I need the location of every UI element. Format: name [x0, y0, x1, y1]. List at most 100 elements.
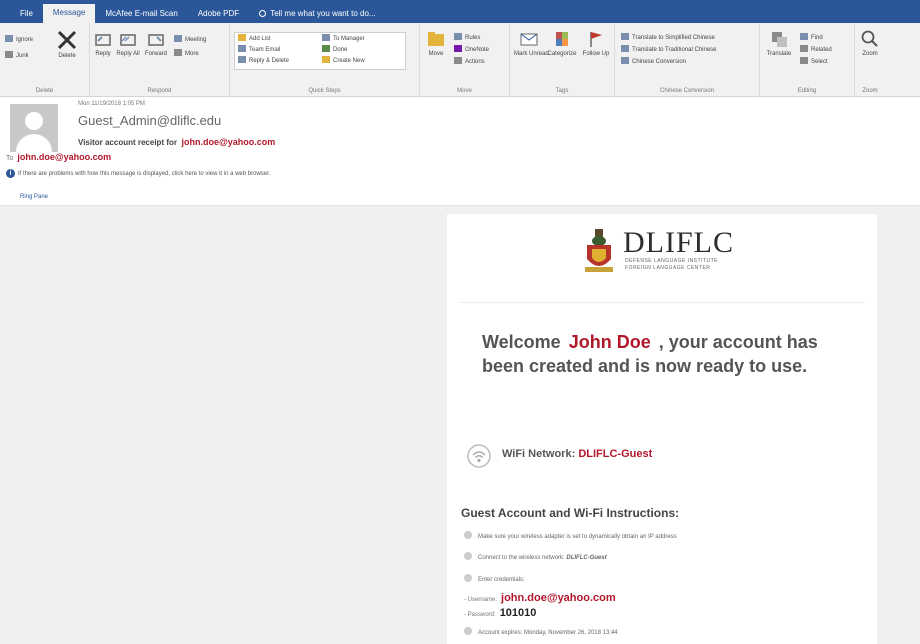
reply-button[interactable]: Reply — [92, 31, 114, 57]
translate-button[interactable]: Translate — [764, 29, 794, 57]
group-label-delete: Delete — [35, 88, 54, 94]
actions-label: Actions — [465, 59, 485, 65]
delete-x-icon — [57, 30, 77, 50]
step-1-text: Make sure your wireless adapter is set t… — [478, 534, 677, 540]
message-date: Mon 11/19/2018 1:05 PM — [78, 101, 145, 107]
sender-avatar — [10, 104, 58, 152]
rules-label: Rules — [465, 35, 481, 41]
related-icon — [800, 45, 808, 52]
move-button[interactable]: Move — [424, 29, 448, 57]
forward-icon — [148, 34, 164, 46]
ignore-button[interactable]: Ignore — [5, 35, 33, 45]
tab-mcafee[interactable]: McAfee E-mail Scan — [95, 5, 187, 23]
categorize-button[interactable]: Categorize — [546, 29, 578, 57]
expiry-text: Account expires: Monday, November 26, 20… — [478, 630, 618, 636]
welcome-message: Welcome John Doe, your account has been c… — [482, 330, 852, 378]
forward-button[interactable]: Forward — [142, 31, 170, 57]
message-subject: Visitor account receipt for john.doe@yah… — [78, 137, 275, 147]
tell-me-box[interactable]: Tell me what you want to do... — [249, 5, 385, 23]
logo-subtitle-2: FOREIGN LANGUAGE CENTER — [625, 265, 711, 271]
instruction-step-2: Connect to the wireless network: DLIFLC-… — [464, 552, 607, 561]
message-body: DLIFLC DEFENSE LANGUAGE INSTITUTE FOREIG… — [0, 206, 920, 644]
info-bar[interactable]: i If there are problems with how this mes… — [6, 169, 270, 178]
info-text: If there are problems with how this mess… — [18, 171, 271, 177]
step-3-text: Enter credentials: — [478, 577, 525, 583]
create-new-label: Create New — [333, 58, 365, 64]
actions-button[interactable]: Actions — [454, 57, 485, 67]
delete-button[interactable]: Delete — [52, 29, 82, 59]
more-label: More — [185, 51, 199, 57]
meeting-button[interactable]: Meeting — [174, 35, 206, 45]
avatar-body — [16, 134, 52, 152]
welcome-name: John Doe — [568, 332, 651, 352]
zoom-button[interactable]: Zoom — [857, 29, 883, 57]
to-label: To — [6, 155, 14, 162]
step-bullet-icon — [464, 552, 472, 560]
crest-logo-icon — [585, 229, 613, 272]
onenote-label: OneNote — [465, 47, 490, 53]
reply-all-icon — [120, 34, 136, 46]
group-label-zoom: Zoom — [862, 88, 878, 94]
move-label: Move — [428, 51, 444, 57]
add-list-label: Add List — [249, 36, 271, 42]
tab-message[interactable]: Message — [42, 4, 96, 23]
translate-simplified-button[interactable]: Translate to Simplified Chinese — [621, 33, 715, 43]
group-chinese-conversion: Translate to Simplified Chinese Translat… — [615, 23, 760, 97]
logo-subtitle-1: DEFENSE LANGUAGE INSTITUTE — [625, 258, 719, 264]
lightbulb-icon — [259, 10, 267, 17]
onenote-button[interactable]: OneNote — [454, 45, 489, 55]
reply-all-label: Reply All — [116, 51, 140, 57]
select-icon — [800, 57, 808, 64]
reply-icon — [95, 34, 111, 46]
conversion-label: Chinese Conversion — [632, 59, 687, 65]
junk-icon — [5, 51, 13, 58]
account-expiry: Account expires: Monday, November 26, 20… — [464, 627, 618, 636]
tab-adobe-pdf[interactable]: Adobe PDF — [188, 5, 249, 23]
quick-step-to-manager[interactable]: To Manager — [322, 34, 365, 44]
team-email-icon — [238, 45, 246, 52]
welcome-prefix: Welcome — [482, 332, 561, 352]
select-button[interactable]: Select — [800, 57, 828, 67]
group-label-move: Move — [457, 88, 472, 94]
simplified-label: Translate to Simplified Chinese — [632, 35, 715, 41]
recipient-line: To john.doe@yahoo.com — [6, 152, 111, 162]
recipient-address[interactable]: john.doe@yahoo.com — [17, 152, 111, 162]
group-label-quick-steps: Quick Steps — [308, 88, 341, 94]
follow-up-button[interactable]: Follow Up — [582, 29, 610, 57]
translate-traditional-button[interactable]: Translate to Traditional Chinese — [621, 45, 717, 55]
step-bullet-icon — [464, 574, 472, 582]
find-button[interactable]: Find — [800, 33, 823, 43]
sender-address[interactable]: Guest_Admin@dliflc.edu — [78, 113, 221, 128]
meeting-label: Meeting — [185, 37, 207, 43]
group-tags: Mark Unread Categorize Follow Up Tags — [510, 23, 615, 97]
quick-step-create-new[interactable]: Create New — [322, 56, 365, 66]
traditional-icon — [621, 45, 629, 52]
message-header: Mon 11/19/2018 1:05 PM Guest_Admin@dlifl… — [0, 97, 920, 192]
reply-all-button[interactable]: Reply All — [116, 31, 140, 57]
checkmark-icon — [322, 45, 330, 52]
related-button[interactable]: Related — [800, 45, 832, 55]
chinese-conversion-button[interactable]: Chinese Conversion — [621, 57, 686, 67]
quick-step-team-email[interactable]: Team Email — [238, 45, 280, 55]
actions-icon — [454, 57, 462, 64]
mark-unread-label: Mark Unread — [514, 51, 549, 57]
reply-delete-icon — [238, 56, 246, 63]
action-bar-link[interactable]: Ring Pane — [20, 194, 48, 200]
folder-icon — [428, 32, 444, 46]
junk-label: Junk — [16, 53, 29, 59]
mark-unread-button[interactable]: Mark Unread — [514, 29, 549, 57]
lightning-icon — [322, 56, 330, 63]
quick-step-done[interactable]: Done — [322, 45, 347, 55]
username-label: - Username: — [464, 597, 498, 603]
group-label-editing: Editing — [797, 88, 817, 94]
junk-button[interactable]: Junk — [5, 51, 29, 61]
quick-step-reply-delete[interactable]: Reply & Delete — [238, 56, 289, 66]
username-line: - Username: john.doe@yahoo.com — [464, 592, 616, 604]
conversion-icon — [621, 57, 629, 64]
more-respond-button[interactable]: More — [174, 49, 199, 59]
group-label-tags: Tags — [555, 88, 569, 94]
quick-step-add-list[interactable]: Add List — [238, 34, 271, 44]
tab-file[interactable]: File — [10, 5, 43, 23]
rules-button[interactable]: Rules — [454, 33, 480, 43]
logo-wordmark: DLIFLC — [623, 226, 734, 259]
